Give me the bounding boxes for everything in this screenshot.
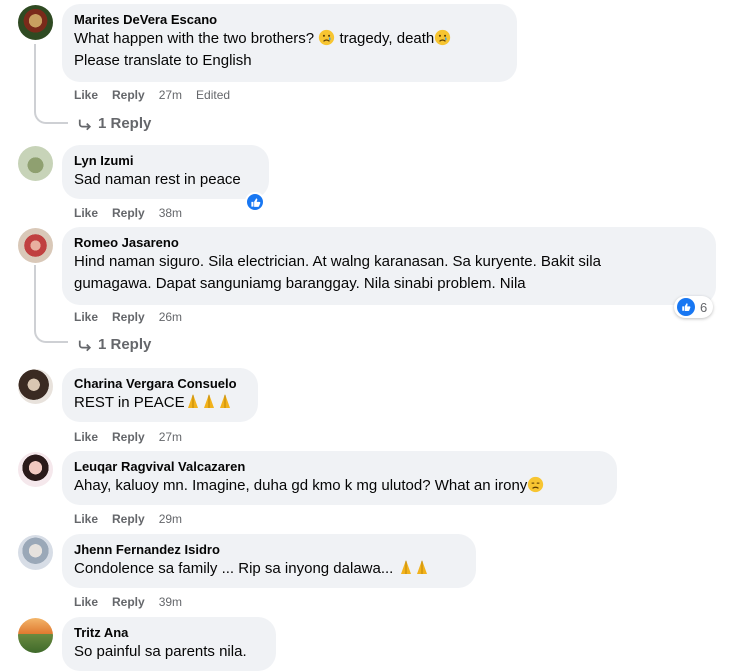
reply-button[interactable]: Reply [112, 595, 145, 609]
thread-line [34, 44, 36, 110]
thread-line [34, 265, 36, 329]
comment-bubble: Charina Vergara Consuelo REST in PEACE [62, 368, 258, 422]
reply-button[interactable]: Reply [112, 206, 145, 220]
comment-text-part: Ahay, kaluoy mn. Imagine, duha gd kmo k … [74, 477, 528, 494]
comment-time[interactable]: 27m [159, 430, 182, 444]
comment-text: Condolence sa family ... Rip sa inyong d… [74, 558, 464, 580]
reply-button[interactable]: Reply [112, 88, 145, 102]
like-button[interactable]: Like [74, 88, 98, 102]
reaction-count[interactable]: 6 [674, 296, 714, 318]
comment-author[interactable]: Tritz Ana [74, 625, 264, 641]
comment-time[interactable]: 29m [159, 512, 182, 526]
comment-text: REST in PEACE [74, 392, 246, 414]
comment-text: What happen with the two brothers? trage… [74, 28, 505, 50]
comment-time[interactable]: 26m [159, 310, 182, 324]
praying-hands-emoji-icon [398, 560, 430, 577]
comment-text: So painful sa parents nila. [74, 643, 247, 660]
avatar[interactable] [18, 228, 53, 263]
comment-actions: Like Reply 27m [74, 429, 196, 445]
like-reaction-icon [677, 298, 695, 316]
comment-author[interactable]: Marites DeVera Escano [74, 12, 505, 28]
comment-bubble: Tritz Ana So painful sa parents nila. [62, 617, 276, 671]
sad-face-emoji-icon [319, 29, 335, 46]
comment-bubble: Romeo Jasareno Hind naman siguro. Sila e… [62, 227, 716, 305]
comment-text: gumagawa. Dapat sanguniamg baranggay. Ni… [74, 275, 526, 292]
edited-label: Edited [196, 88, 231, 102]
comment-time[interactable]: 27m [159, 88, 182, 102]
like-button[interactable]: Like [74, 310, 98, 324]
avatar[interactable] [18, 369, 53, 404]
avatar[interactable] [18, 535, 53, 570]
comment-actions: Like Reply 27m Edited [74, 87, 244, 103]
comment-text-part: Condolence sa family ... Rip sa inyong d… [74, 560, 394, 577]
reply-button[interactable]: Reply [112, 430, 145, 444]
avatar[interactable] [18, 452, 53, 487]
thread-curve [34, 327, 68, 343]
avatar[interactable] [18, 146, 53, 181]
like-button[interactable]: Like [74, 430, 98, 444]
comment-author[interactable]: Romeo Jasareno [74, 235, 704, 251]
reply-button[interactable]: Reply [112, 512, 145, 526]
like-button[interactable]: Like [74, 595, 98, 609]
reply-arrow-icon [78, 119, 92, 131]
view-replies-label: 1 Reply [98, 115, 152, 132]
comment-time[interactable]: 39m [159, 595, 182, 609]
comment-text: Sad naman rest in peace [74, 171, 241, 188]
thread-curve [34, 108, 68, 124]
like-button[interactable]: Like [74, 206, 98, 220]
comment-actions: Like Reply 29m [74, 511, 196, 527]
comment-bubble: Jhenn Fernandez Isidro Condolence sa fam… [62, 534, 476, 588]
comment-time[interactable]: 38m [159, 206, 182, 220]
comment-author[interactable]: Charina Vergara Consuelo [74, 376, 246, 392]
view-replies-link[interactable]: 1 Reply [78, 114, 151, 134]
view-replies-link[interactable]: 1 Reply [78, 335, 151, 355]
avatar[interactable] [18, 5, 53, 40]
sad-face-emoji-icon [435, 29, 451, 46]
like-reaction-icon[interactable] [245, 192, 265, 212]
praying-hands-emoji-icon [185, 394, 233, 411]
disappointed-face-emoji-icon [528, 476, 544, 493]
comment-text-part: What happen with the two brothers? [74, 30, 315, 47]
comment-text: Ahay, kaluoy mn. Imagine, duha gd kmo k … [74, 475, 605, 497]
reaction-count-value: 6 [700, 299, 708, 315]
comment-actions: Like Reply 26m [74, 309, 196, 325]
comment-text-part: tragedy, death [339, 30, 435, 47]
reply-button[interactable]: Reply [112, 310, 145, 324]
avatar[interactable] [18, 618, 53, 653]
comment-actions: Like Reply 38m [74, 205, 196, 221]
like-button[interactable]: Like [74, 512, 98, 526]
comment-author[interactable]: Lyn Izumi [74, 153, 257, 169]
comment-text: Hind naman siguro. Sila electrician. At … [74, 253, 601, 270]
comment-text-part: REST in PEACE [74, 394, 185, 411]
comment-text: Please translate to English [74, 52, 252, 69]
comment-bubble: Leuqar Ragvival Valcazaren Ahay, kaluoy … [62, 451, 617, 505]
comment-actions: Like Reply 39m [74, 594, 196, 610]
comment-author[interactable]: Leuqar Ragvival Valcazaren [74, 459, 605, 475]
comment-author[interactable]: Jhenn Fernandez Isidro [74, 542, 464, 558]
comment-bubble: Marites DeVera Escano What happen with t… [62, 4, 517, 82]
view-replies-label: 1 Reply [98, 336, 152, 353]
comment-bubble: Lyn Izumi Sad naman rest in peace [62, 145, 269, 199]
reply-arrow-icon [78, 340, 92, 352]
